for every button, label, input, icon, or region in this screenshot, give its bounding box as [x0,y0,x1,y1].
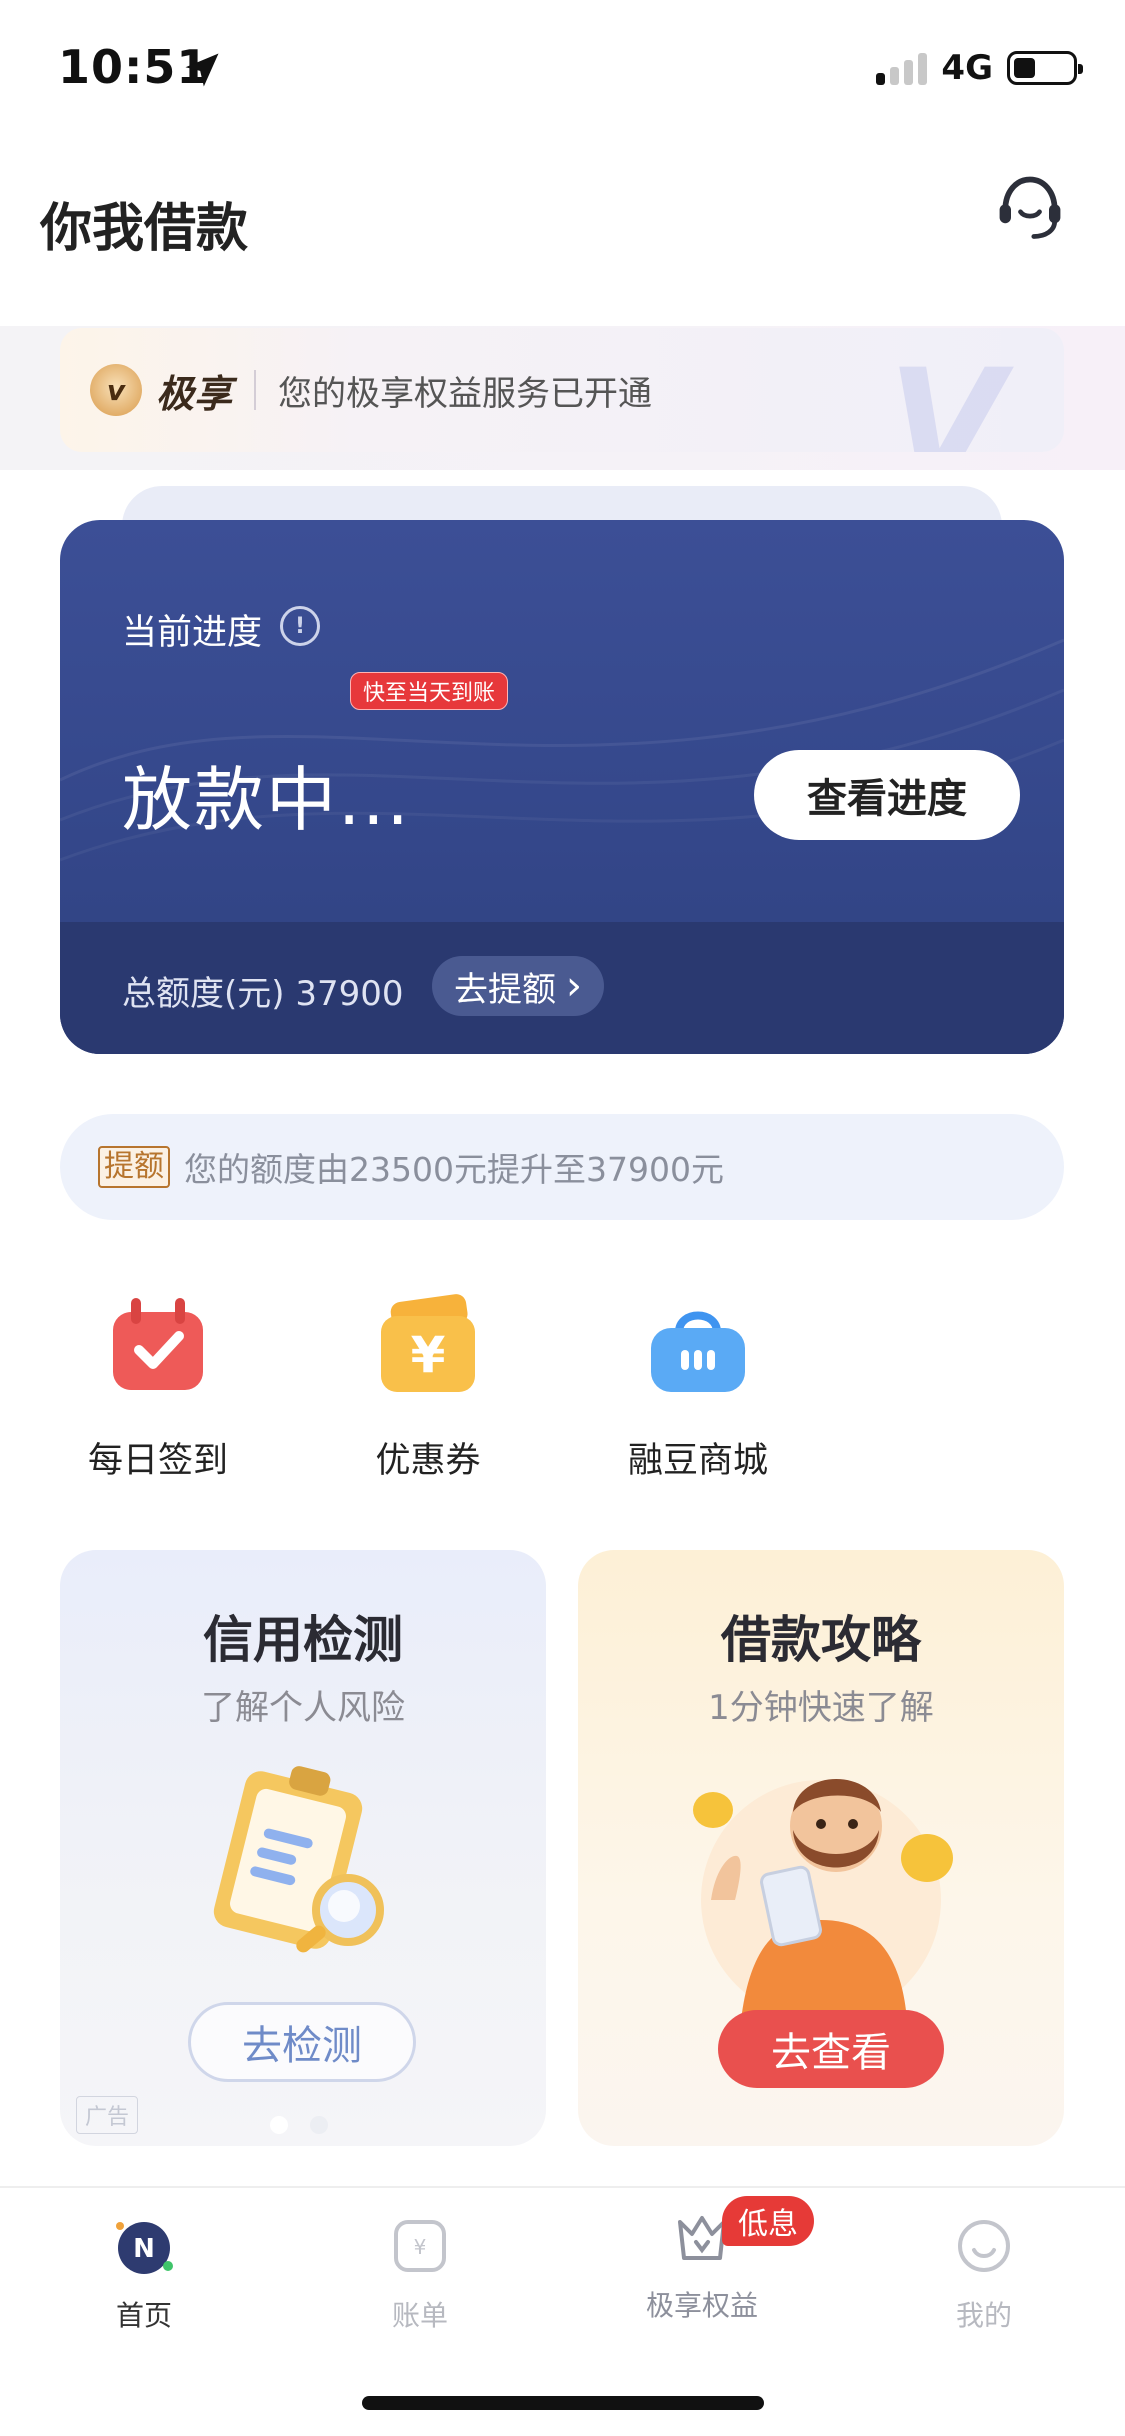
loan-status: 放款中... [122,759,411,841]
loan-guide-card[interactable]: 借款攻略 1分钟快速了解 去查看 [578,1550,1064,2146]
bearded-man-illustration [693,1779,953,2020]
info-icon[interactable]: ! [280,606,320,646]
raise-tag: 提额 [98,1146,170,1188]
total-quota: 总额度(元) 37900 [122,974,404,1014]
quick-entry-label: 优惠券 [375,1441,481,1481]
tab-label: 极享权益 [645,2289,758,2322]
promo-title: 借款攻略 [721,1611,921,1669]
rongdou-mall-entry[interactable]: 融豆商城 [608,1292,788,1483]
low-interest-badge: 低息 [722,2196,814,2246]
raise-quota-button[interactable]: 去提额 › [432,956,604,1016]
go-view-button[interactable]: 去查看 [718,2010,944,2088]
coupon-yen-icon: ¥ [381,1294,475,1392]
chevron-right-icon: › [566,963,582,1009]
carousel-dots [270,2116,328,2134]
svg-text:N: N [133,2234,155,2264]
loan-progress-card[interactable]: 当前进度 ! 快至当天到账 放款中... 查看进度 总额度(元) 37900 去… [60,520,1064,1054]
daily-checkin-entry[interactable]: 每日签到 [68,1292,248,1483]
profile-icon [958,2220,1010,2272]
coupon-entry[interactable]: ¥ 优惠券 [338,1292,518,1483]
carousel-dot [310,2116,328,2134]
quick-entry-label: 每日签到 [87,1441,228,1481]
promo-subtitle: 了解个人风险 [201,1688,405,1728]
svg-text:¥: ¥ [414,2235,427,2259]
jixiang-banner[interactable]: v 极享 您的极享权益服务已开通 V [60,328,1064,452]
promo-title: 信用检测 [203,1611,403,1669]
jixiang-logo-icon: v [90,364,142,416]
signal-icon [876,51,928,85]
bill-icon: ¥ [394,2220,446,2272]
progress-label: 当前进度 [122,613,263,653]
raise-quota-label: 去提额 [454,969,556,1010]
jixiang-watermark: V [887,338,1004,452]
fast-arrival-badge: 快至当天到账 [350,672,509,710]
location-arrow-icon [185,53,219,87]
tab-home[interactable]: N 首页 [44,2216,244,2334]
go-check-button[interactable]: 去检测 [188,2002,416,2082]
raise-message: 您的额度由23500元提升至37900元 [184,1150,724,1189]
network-type: 4G [941,48,993,88]
credit-check-card[interactable]: 信用检测 了解个人风险 去检测 广告 [60,1550,546,2146]
tab-mine[interactable]: 我的 [884,2216,1084,2334]
home-n-icon: N [116,2222,173,2274]
headset-icon[interactable] [992,170,1068,246]
shopping-bag-icon [651,1311,745,1392]
jixiang-brand: 极享 [156,371,233,416]
jixiang-message: 您的极享权益服务已开通 [278,373,653,414]
tab-bill[interactable]: ¥ 账单 [320,2216,520,2334]
home-indicator[interactable] [362,2396,764,2410]
tab-label: 我的 [955,2299,1012,2332]
page-title: 你我借款 [40,199,249,259]
clipboard-magnifier-icon [213,1766,384,1953]
svg-text:¥: ¥ [411,1326,446,1384]
battery-icon [1007,51,1083,85]
divider [254,370,257,410]
raise-notice-bar[interactable]: 提额 您的额度由23500元提升至37900元 [60,1114,1064,1220]
ad-tag: 广告 [76,2096,139,2134]
quick-entry-label: 融豆商城 [627,1441,768,1481]
status-right-group: 4G [876,48,1083,88]
view-progress-button[interactable]: 查看进度 [754,750,1020,840]
tab-label: 账单 [391,2299,448,2332]
tab-label: 首页 [115,2299,172,2332]
calendar-check-icon [113,1298,203,1390]
promo-subtitle: 1分钟快速了解 [708,1688,934,1728]
carousel-dot-active [270,2116,288,2134]
